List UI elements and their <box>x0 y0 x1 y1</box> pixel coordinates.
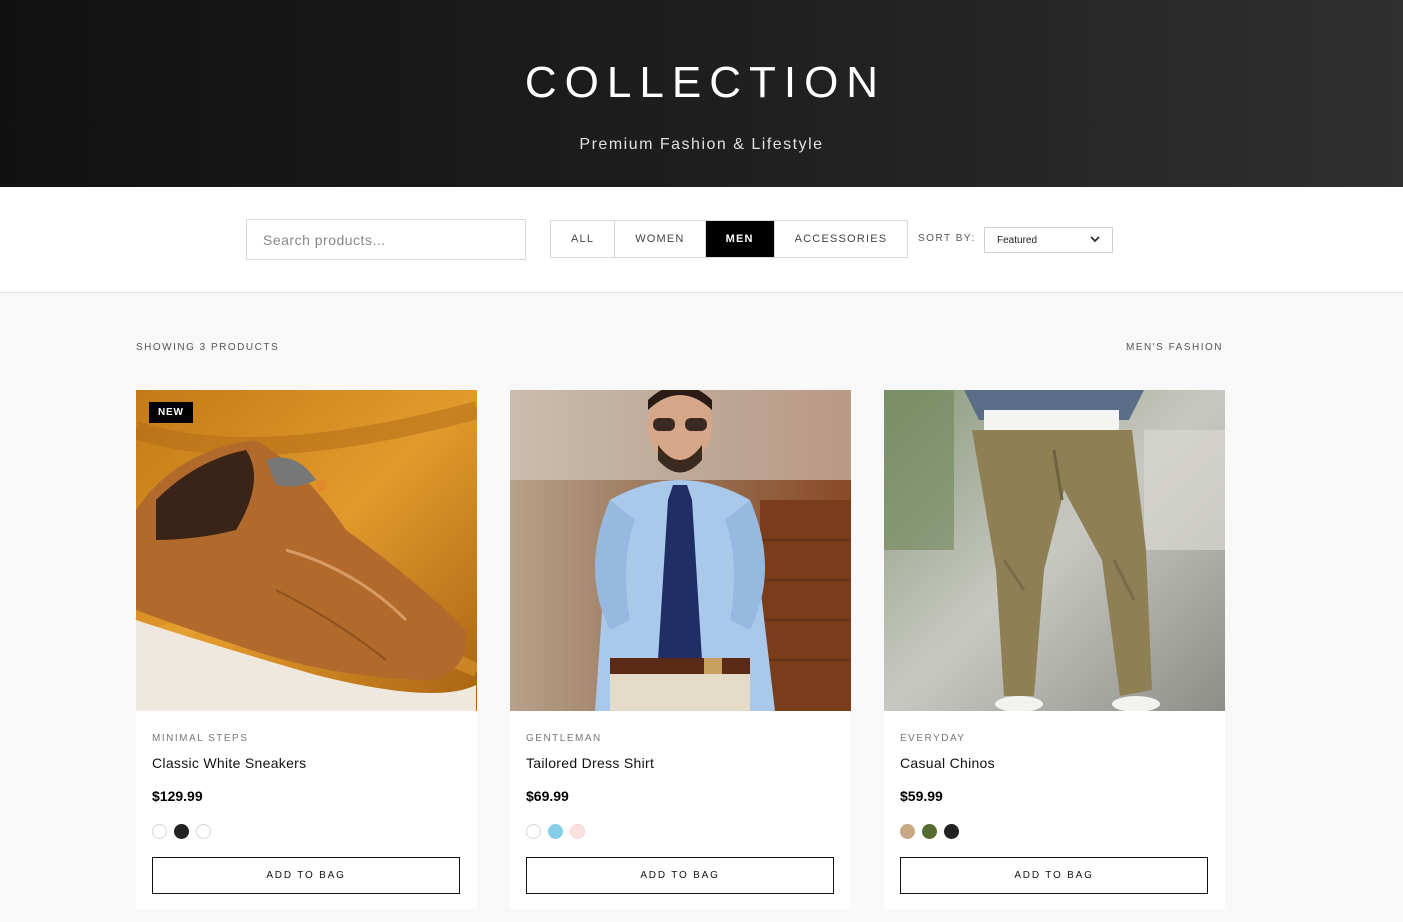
product-brand: GENTLEMAN <box>526 733 602 744</box>
hero-banner: COLLECTION Premium Fashion & Lifestyle <box>0 0 1403 187</box>
filter-men-button[interactable]: MEN <box>705 221 775 257</box>
new-badge: NEW <box>149 402 193 423</box>
color-swatch-black[interactable] <box>944 824 959 839</box>
page-title: COLLECTION <box>524 58 887 107</box>
category-filter-group: ALL WOMEN MEN ACCESSORIES <box>550 220 909 258</box>
product-name[interactable]: Classic White Sneakers <box>152 755 461 771</box>
color-swatches <box>526 824 835 840</box>
color-swatches <box>152 824 461 840</box>
color-swatch-white[interactable] <box>526 824 541 839</box>
color-swatch-white[interactable] <box>152 824 167 839</box>
add-to-bag-button[interactable]: ADD TO BAG <box>900 857 1208 894</box>
product-card: NEW MINIMAL STEPS Classic White Sneakers… <box>136 390 477 909</box>
search-input[interactable] <box>246 219 526 260</box>
product-image[interactable]: NEW <box>136 390 477 711</box>
filter-toolbar: ALL WOMEN MEN ACCESSORIES SORT BY: Featu… <box>0 187 1403 293</box>
khaki-chinos-photo <box>884 390 1225 711</box>
man-in-dress-shirt-photo <box>510 390 851 711</box>
color-swatch-olive[interactable] <box>922 824 937 839</box>
sort-select[interactable]: Featured <box>984 227 1113 253</box>
color-swatch-light-blue[interactable] <box>548 824 563 839</box>
sort-selected-value: Featured <box>997 234 1038 246</box>
product-price: $69.99 <box>526 788 569 804</box>
color-swatch-black[interactable] <box>174 824 189 839</box>
category-heading: MEN'S FASHION <box>1126 342 1223 353</box>
chevron-down-icon <box>1090 235 1100 246</box>
page-subtitle: Premium Fashion & Lifestyle <box>579 136 824 153</box>
product-card: GENTLEMAN Tailored Dress Shirt $69.99 AD… <box>510 390 851 909</box>
product-grid: NEW MINIMAL STEPS Classic White Sneakers… <box>136 390 1225 909</box>
filter-accessories-button[interactable]: ACCESSORIES <box>774 221 908 257</box>
product-image[interactable] <box>884 390 1225 711</box>
color-swatches <box>900 824 1209 840</box>
listing-meta: SHOWING 3 PRODUCTS MEN'S FASHION <box>136 342 1223 353</box>
product-name[interactable]: Tailored Dress Shirt <box>526 755 835 771</box>
color-swatch-pink[interactable] <box>570 824 585 839</box>
product-price: $59.99 <box>900 788 943 804</box>
color-swatch-beige[interactable] <box>900 824 915 839</box>
product-card: EVERYDAY Casual Chinos $59.99 ADD TO BAG <box>884 390 1225 909</box>
product-brand: EVERYDAY <box>900 733 966 744</box>
product-price: $129.99 <box>152 788 203 804</box>
brown-sneaker-photo <box>136 390 477 711</box>
filter-all-button[interactable]: ALL <box>551 221 616 257</box>
sort-label: SORT BY: <box>918 233 976 244</box>
add-to-bag-button[interactable]: ADD TO BAG <box>526 857 834 894</box>
product-count: SHOWING 3 PRODUCTS <box>136 342 280 353</box>
product-image[interactable] <box>510 390 851 711</box>
color-swatch-white[interactable] <box>196 824 211 839</box>
filter-women-button[interactable]: WOMEN <box>615 221 706 257</box>
add-to-bag-button[interactable]: ADD TO BAG <box>152 857 460 894</box>
product-brand: MINIMAL STEPS <box>152 733 249 744</box>
product-name[interactable]: Casual Chinos <box>900 755 1209 771</box>
